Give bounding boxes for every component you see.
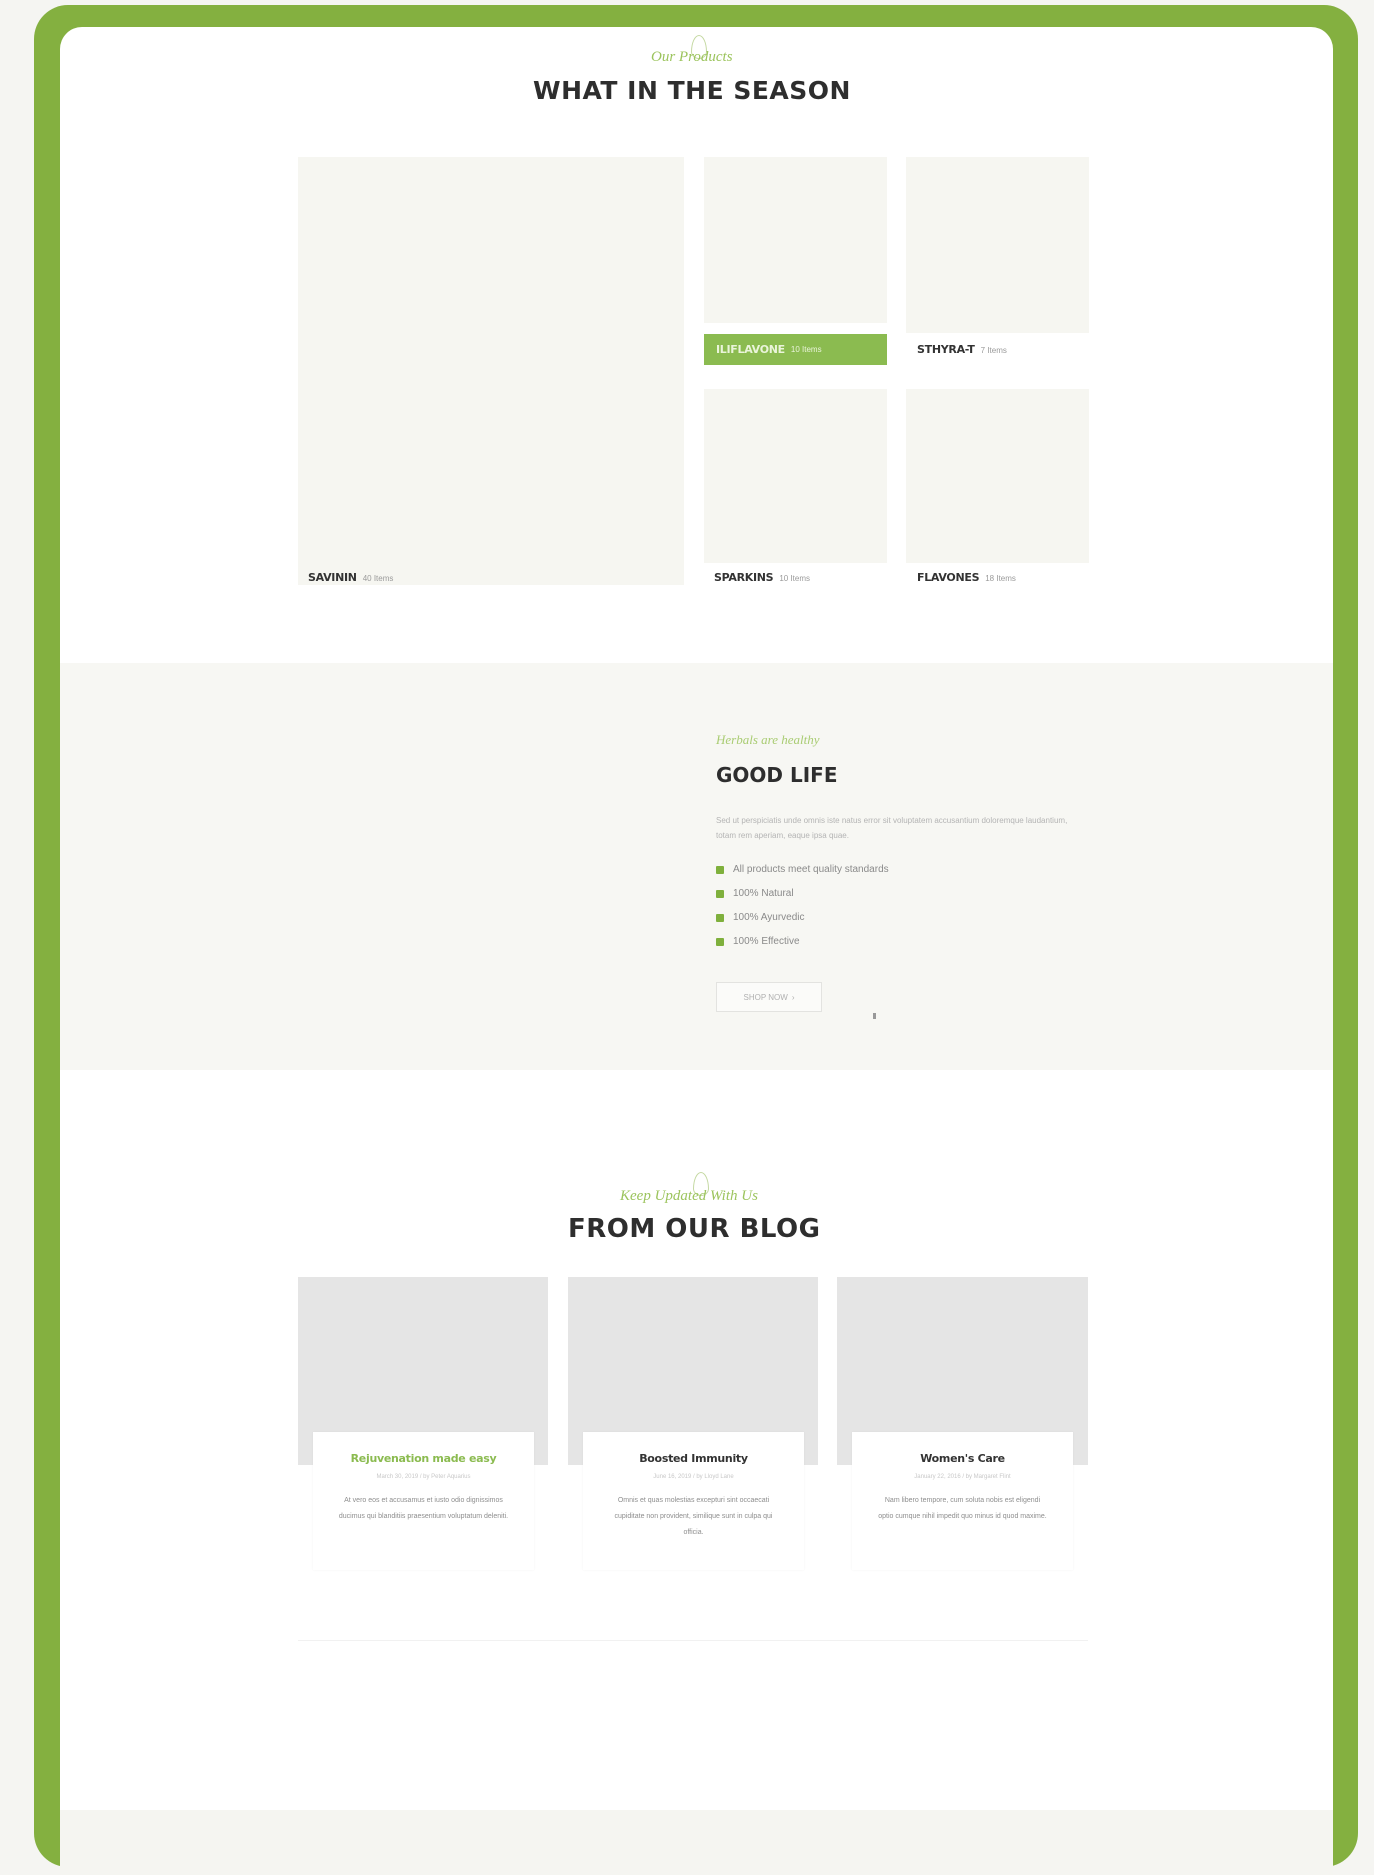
- category-label[interactable]: FLAVONES 18 Items: [917, 571, 1016, 584]
- category-count: 40 Items: [362, 574, 394, 583]
- season-title: WHAT IN THE SEASON: [533, 76, 851, 105]
- feature-item: All products meet quality standards: [716, 864, 889, 875]
- bullet-icon: [716, 865, 724, 874]
- category-label[interactable]: SPARKINS 10 Items: [714, 571, 810, 584]
- category-count: 10 Items: [779, 574, 810, 583]
- feature-text: All products meet quality standards: [733, 864, 889, 875]
- category-count: 7 Items: [980, 346, 1007, 355]
- blog-post-meta: January 22, 2016 / by Margaret Flint: [914, 1474, 1011, 1480]
- blog-post-title[interactable]: Women's Care: [852, 1452, 1073, 1465]
- category-tile-savinin[interactable]: [298, 157, 684, 585]
- blog-post-excerpt: At vero eos et accusamus et iusto odio d…: [338, 1497, 509, 1520]
- shop-now-label: SHOP NOW: [743, 992, 788, 1002]
- category-label-active[interactable]: ILIFLAVONE 10 Items: [704, 334, 887, 365]
- bullet-icon: [716, 937, 724, 946]
- bullet-icon: [716, 889, 724, 898]
- category-tile-iliflavone[interactable]: [704, 157, 887, 323]
- category-label[interactable]: SAVININ 40 Items: [308, 571, 393, 584]
- blog-post-card: Women's Care January 22, 2016 / by Marga…: [852, 1432, 1073, 1570]
- page: Our Products WHAT IN THE SEASON SAVININ …: [60, 27, 1333, 1875]
- category-tile-sthyra-t[interactable]: [906, 157, 1089, 333]
- arrow-right-icon: ›: [791, 992, 795, 1002]
- feature-text: 100% Ayurvedic: [733, 912, 805, 923]
- bullet-icon: [716, 913, 724, 922]
- good-life-eyebrow: Herbals are healthy: [716, 732, 820, 747]
- section-divider: [298, 1640, 1088, 1641]
- feature-item: 100% Ayurvedic: [716, 912, 805, 923]
- category-tile-sparkins[interactable]: [704, 389, 887, 563]
- feature-text: 100% Effective: [733, 936, 800, 947]
- blog-post-meta: March 30, 2019 / by Peter Aquarius: [376, 1474, 471, 1480]
- feature-text: 100% Natural: [733, 888, 794, 899]
- feature-item: 100% Effective: [716, 936, 800, 947]
- feature-item: 100% Natural: [716, 888, 794, 899]
- blog-post-card: Rejuvenation made easy March 30, 2019 / …: [313, 1432, 534, 1570]
- category-label[interactable]: STHYRA-T 7 Items: [917, 343, 1007, 356]
- category-name: SAVININ: [308, 571, 357, 584]
- blog-post-meta: June 16, 2019 / by Lloyd Lane: [653, 1474, 734, 1480]
- blog-title: FROM OUR BLOG: [568, 1214, 821, 1244]
- footer-section: [60, 1810, 1333, 1875]
- category-tile-flavones[interactable]: [906, 389, 1089, 563]
- blog-post-excerpt: Omnis et quas molestias excepturi sint o…: [614, 1497, 773, 1536]
- category-count: 18 Items: [985, 574, 1016, 583]
- blog-post-excerpt: Nam libero tempore, cum soluta nobis est…: [878, 1497, 1047, 1520]
- blog-post-title[interactable]: Rejuvenation made easy: [313, 1452, 534, 1465]
- good-life-description: Sed ut perspiciatis unde omnis iste natu…: [716, 816, 1068, 840]
- good-life-section: [60, 663, 1333, 1070]
- scroll-indicator[interactable]: [873, 1013, 876, 1019]
- category-name: STHYRA-T: [917, 343, 975, 356]
- category-name: ILIFLAVONE: [716, 343, 785, 356]
- blog-eyebrow: Keep Updated With Us: [620, 1188, 758, 1204]
- category-count: 10 Items: [790, 345, 822, 354]
- category-name: SPARKINS: [714, 571, 774, 584]
- blog-post-title[interactable]: Boosted Immunity: [583, 1452, 804, 1465]
- blog-post-card: Boosted Immunity June 16, 2019 / by Lloy…: [583, 1432, 804, 1570]
- category-name: FLAVONES: [917, 571, 980, 584]
- season-eyebrow: Our Products: [651, 49, 733, 65]
- good-life-title: GOOD LIFE: [716, 763, 838, 787]
- shop-now-button[interactable]: SHOP NOW ›: [716, 982, 822, 1012]
